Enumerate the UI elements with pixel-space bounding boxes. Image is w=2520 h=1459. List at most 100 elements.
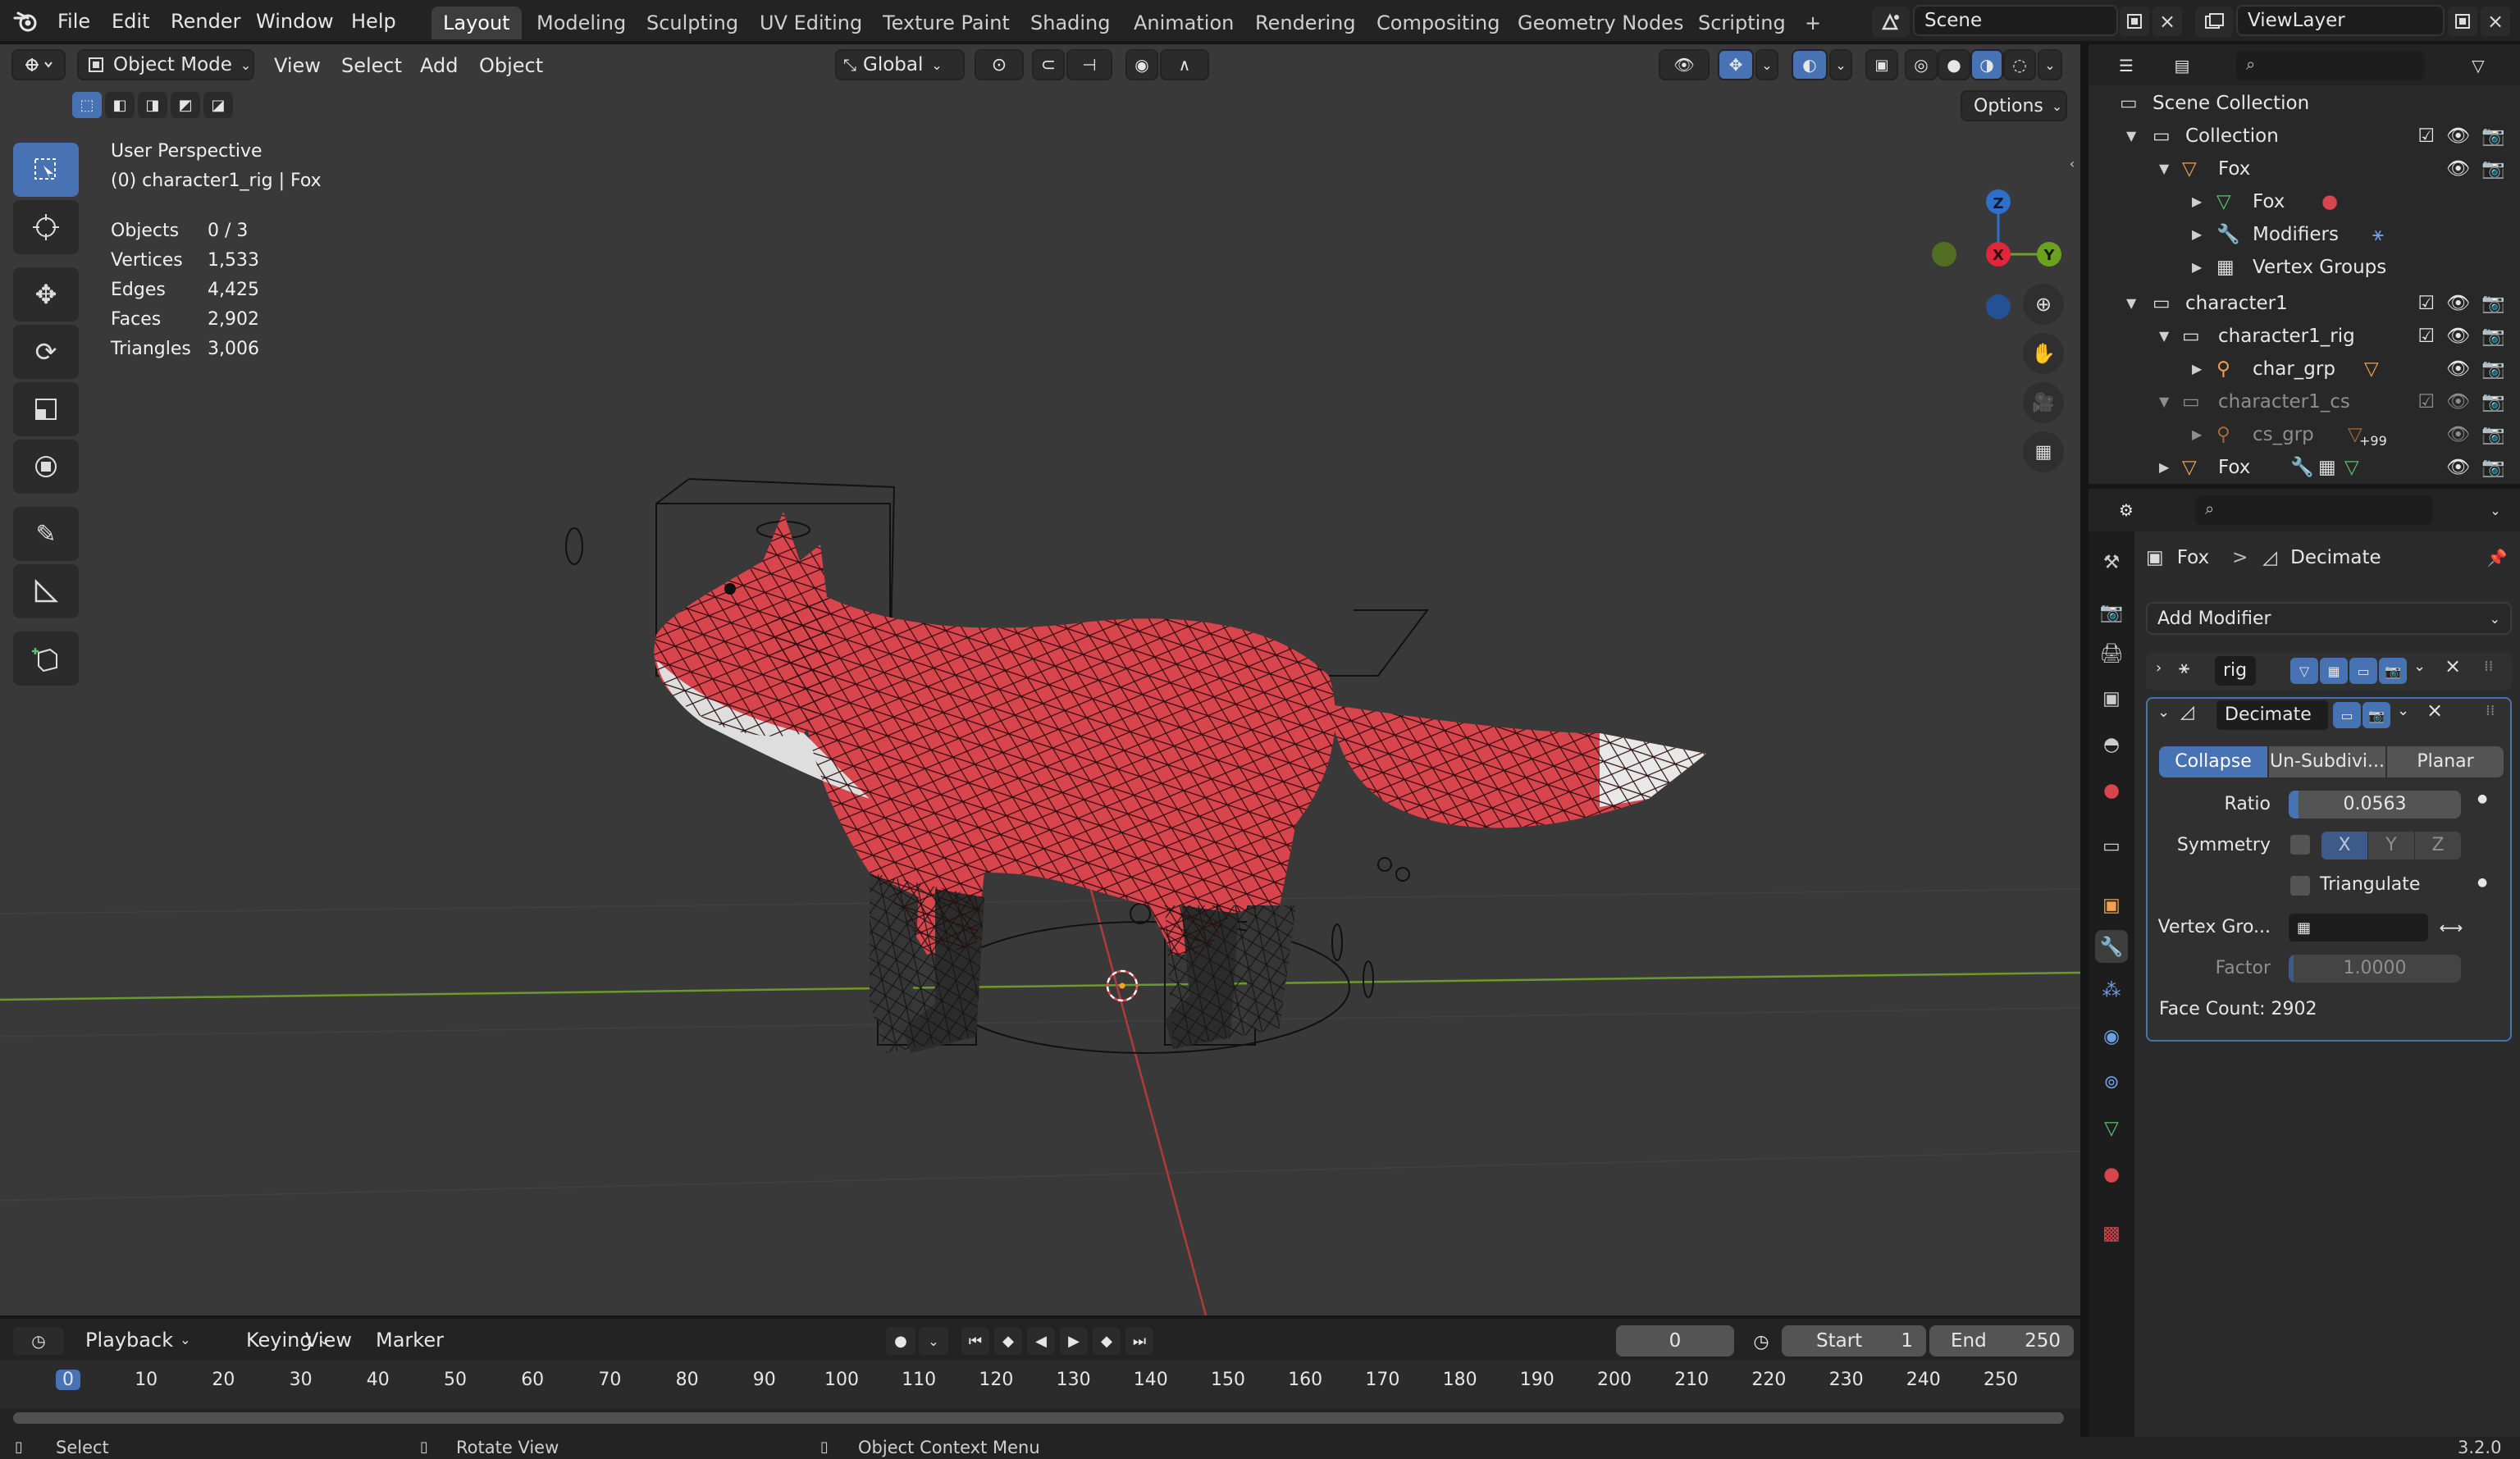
exclude-checkbox-icon[interactable]: ☑ bbox=[2418, 120, 2436, 153]
overlays-toggle-icon[interactable]: ◐ bbox=[1792, 49, 1828, 80]
snap-target-icon[interactable]: ⊣ bbox=[1066, 49, 1112, 80]
tab-scripting[interactable]: Scripting bbox=[1687, 7, 1797, 39]
outliner-row-scene-collection[interactable]: ▭ Scene Collection bbox=[2089, 87, 2520, 120]
expand-arrow-icon[interactable]: ▶ bbox=[2192, 251, 2202, 284]
expand-arrow-icon[interactable]: ▼ bbox=[2159, 153, 2169, 185]
viewport-toggle-icon[interactable]: ▭ bbox=[2333, 702, 2361, 728]
editor-type-icon[interactable] bbox=[11, 49, 66, 80]
timeline-scrollbar[interactable] bbox=[13, 1412, 2064, 1424]
tab-animation[interactable]: Animation bbox=[1122, 7, 1245, 39]
tab-texture-paint[interactable]: Texture Paint bbox=[871, 7, 1021, 39]
tab-shading[interactable]: Shading bbox=[1019, 7, 1122, 39]
transform-orientation-dropdown[interactable]: ⤡ Global ⌄ bbox=[835, 49, 965, 80]
render-camera-icon[interactable]: 📷 bbox=[2481, 418, 2505, 451]
view-layer-tab-icon[interactable]: ▣ bbox=[2095, 682, 2128, 715]
visibility-eye-icon[interactable]: 👁 bbox=[2446, 451, 2470, 484]
tab-sculpting[interactable]: Sculpting bbox=[635, 7, 750, 39]
outliner-row-modifiers[interactable]: ▶ 🔧 Modifiers ⚹ bbox=[2089, 218, 2520, 251]
render-tab-icon[interactable]: 📷 bbox=[2095, 595, 2128, 628]
render-camera-icon[interactable]: 📷 bbox=[2481, 385, 2505, 418]
exclude-checkbox-icon[interactable]: ☑ bbox=[2418, 385, 2436, 418]
tab-geometry-nodes[interactable]: Geometry Nodes bbox=[1506, 7, 1695, 39]
mode-collapse-button[interactable]: Collapse bbox=[2159, 746, 2267, 777]
expand-arrow-icon[interactable]: ▶ bbox=[2159, 451, 2169, 484]
end-frame-field[interactable]: End 250 bbox=[1929, 1325, 2074, 1356]
display-mode-icon[interactable]: ▤ bbox=[2157, 51, 2207, 80]
decimate-modifier-name[interactable]: Decimate bbox=[2216, 700, 2328, 730]
current-frame-field[interactable]: 0 bbox=[1616, 1325, 1734, 1356]
outliner-row-fox-second[interactable]: ▶ ▽ Fox 🔧 ▦ ▽ 👁 📷 bbox=[2089, 451, 2520, 484]
cage-toggle-icon[interactable]: ▦ bbox=[2320, 658, 2348, 684]
remove-modifier-icon[interactable]: × bbox=[2445, 654, 2461, 677]
render-camera-icon[interactable]: 📷 bbox=[2481, 320, 2505, 353]
outliner-editor-type-icon[interactable]: ☰ bbox=[2102, 51, 2151, 80]
view-layer-field[interactable]: ViewLayer bbox=[2236, 5, 2445, 36]
render-camera-icon[interactable]: 📷 bbox=[2481, 451, 2505, 484]
texture-tab-icon[interactable]: ▩ bbox=[2095, 1217, 2128, 1250]
data-tab-icon[interactable]: ▽ bbox=[2095, 1112, 2128, 1145]
add-modifier-dropdown[interactable]: Add Modifier ⌄ bbox=[2146, 602, 2512, 635]
tab-compositing[interactable]: Compositing bbox=[1365, 7, 1511, 39]
edit-mode-toggle-icon[interactable]: ▽ bbox=[2290, 658, 2318, 684]
jump-end-icon[interactable]: ⏭ bbox=[1124, 1325, 1155, 1356]
mode-dropdown[interactable]: Object Mode ⌄ bbox=[77, 49, 254, 80]
add-workspace-button[interactable]: + bbox=[1793, 7, 1833, 39]
outliner-search-input[interactable] bbox=[2236, 51, 2425, 80]
ratio-slider[interactable]: 0.0563 bbox=[2289, 791, 2461, 818]
pin-icon[interactable]: 📌 bbox=[2482, 545, 2512, 571]
visibility-eye-icon[interactable]: 👁 bbox=[2446, 418, 2470, 451]
pivot-point-icon[interactable]: ⊙ bbox=[975, 49, 1024, 80]
modifier-menu-icon[interactable]: ⌄ bbox=[2397, 702, 2409, 719]
collapse-arrow-icon[interactable]: › bbox=[2156, 659, 2162, 677]
physics-tab-icon[interactable]: ◉ bbox=[2095, 1020, 2128, 1053]
material-tab-icon[interactable]: ● bbox=[2095, 1158, 2128, 1191]
expand-arrow-icon[interactable]: ▼ bbox=[2159, 320, 2169, 353]
rig-modifier-name[interactable]: rig bbox=[2215, 656, 2256, 686]
shading-dropdown-icon[interactable]: ⌄ bbox=[2038, 49, 2062, 80]
jump-start-icon[interactable]: ⏮ bbox=[960, 1325, 991, 1356]
delete-scene-icon[interactable]: × bbox=[2152, 7, 2182, 36]
collapse-arrow-icon[interactable]: ⌄ bbox=[2157, 704, 2170, 721]
visibility-eye-icon[interactable]: 👁 bbox=[2446, 320, 2470, 353]
outliner-row-vertex-groups[interactable]: ▶ ▦ Vertex Groups bbox=[2089, 251, 2520, 284]
visibility-eye-icon[interactable]: 👁 bbox=[2446, 153, 2470, 185]
keyframe-dot-icon[interactable]: ● bbox=[2477, 876, 2487, 889]
snap-icon[interactable]: ⊂ bbox=[1032, 49, 1065, 80]
menu-file[interactable]: File bbox=[49, 7, 98, 36]
scene-tab-icon[interactable]: ◓ bbox=[2095, 728, 2128, 761]
axis-y-button[interactable]: Y bbox=[2368, 832, 2414, 859]
3d-viewport[interactable]: Object Mode ⌄ View Select Add Object ⤡ G… bbox=[0, 44, 2080, 1315]
timeline-editor-type-icon[interactable]: ◷ bbox=[11, 1325, 66, 1356]
scene-selector-icon[interactable] bbox=[1872, 7, 1910, 38]
render-toggle-icon[interactable]: 📷 bbox=[2379, 658, 2407, 684]
render-camera-icon[interactable]: 📷 bbox=[2481, 287, 2505, 320]
expand-arrow-icon[interactable]: ▶ bbox=[2192, 353, 2202, 385]
factor-slider[interactable]: 1.0000 bbox=[2289, 955, 2461, 983]
visibility-eye-icon[interactable]: 👁 bbox=[2446, 385, 2470, 418]
menu-render[interactable]: Render bbox=[162, 7, 249, 36]
expand-arrow-icon[interactable]: ▶ bbox=[2192, 218, 2202, 251]
render-camera-icon[interactable]: 📷 bbox=[2481, 153, 2505, 185]
visibility-eye-icon[interactable]: 👁 bbox=[2446, 287, 2470, 320]
outliner-row-character1[interactable]: ▼ ▭ character1 ☑ 👁 📷 bbox=[2089, 287, 2520, 320]
remove-modifier-icon[interactable]: × bbox=[2426, 699, 2443, 722]
expand-arrow-icon[interactable]: ▼ bbox=[2159, 385, 2169, 418]
render-toggle-icon[interactable]: 📷 bbox=[2362, 702, 2390, 728]
play-icon[interactable]: ▶ bbox=[1058, 1325, 1089, 1356]
particles-tab-icon[interactable]: ⁂ bbox=[2095, 974, 2128, 1007]
material-shading-icon[interactable]: ◑ bbox=[1970, 49, 2003, 80]
render-camera-icon[interactable]: 📷 bbox=[2481, 120, 2505, 153]
menu-help[interactable]: Help bbox=[343, 7, 404, 36]
gizmo-dropdown-icon[interactable]: ⌄ bbox=[1755, 49, 1778, 80]
expand-arrow-icon[interactable]: ▶ bbox=[2192, 185, 2202, 218]
properties-editor-type-icon[interactable]: ⚙ bbox=[2102, 495, 2151, 525]
constraints-tab-icon[interactable]: ⊚ bbox=[2095, 1066, 2128, 1099]
outliner-row-fox-object[interactable]: ▼ ▽ Fox 👁 📷 bbox=[2089, 153, 2520, 185]
render-camera-icon[interactable]: 📷 bbox=[2481, 353, 2505, 385]
menu-object[interactable]: Object bbox=[472, 51, 550, 80]
prev-keyframe-icon[interactable]: ◆ bbox=[993, 1325, 1024, 1356]
drag-handle-icon[interactable]: ⁞⁞ bbox=[2486, 702, 2495, 719]
outliner-row-character1-cs[interactable]: ▼ ▭ character1_cs ☑ 👁 📷 bbox=[2089, 385, 2520, 418]
frame-ruler[interactable]: 0 10 20 30 40 50 60 70 80 90 100 110 120 130 140 150 160… bbox=[0, 1360, 2080, 1409]
tab-modeling[interactable]: Modeling bbox=[525, 7, 637, 39]
